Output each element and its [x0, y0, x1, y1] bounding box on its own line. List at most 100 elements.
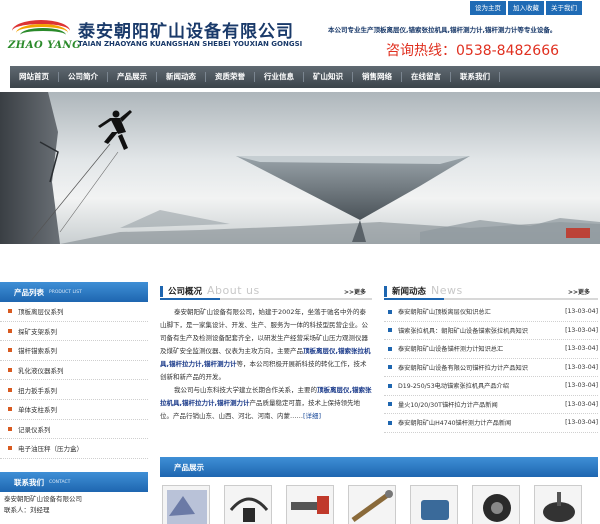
nav-company-intro[interactable]: 公司简介: [59, 72, 108, 82]
contact-title: 联系我们: [14, 477, 44, 487]
product-thumbnail[interactable]: [224, 485, 272, 524]
banner-seal: [566, 228, 590, 238]
section-marker: [160, 286, 163, 297]
list-item[interactable]: 锚杆锚索系列: [0, 341, 148, 361]
about-paragraph-1: 泰安朝阳矿山设备有限公司，始建于2002年，坐落于驰名中外的泰山脚下，是一家集设…: [160, 308, 371, 381]
product-thumbnail[interactable]: [410, 485, 458, 524]
product-image: [543, 492, 575, 522]
about-header: 公司概况 About us: [160, 284, 260, 297]
list-item-label: 锚杆锚索系列: [18, 347, 57, 356]
list-item[interactable]: 扭力扳手系列: [0, 380, 148, 400]
bullet-icon: [8, 309, 12, 314]
company-logo[interactable]: ZHAO YANG: [8, 14, 81, 51]
product-thumbnail[interactable]: [472, 485, 520, 524]
news-item-title[interactable]: 泰安朝阳矿山设备锚杆测力计知识总汇: [398, 344, 560, 353]
list-item[interactable]: 乳化液仪器系列: [0, 361, 148, 381]
bullet-icon: [388, 420, 392, 425]
list-item[interactable]: 电子油压秤（压力盒）: [0, 439, 148, 459]
main-nav: 网站首页 公司简介 产品展示 新闻动态 资质荣誉 行业信息 矿山知识 销售网络 …: [10, 66, 600, 88]
contact-company: 泰安朝阳矿山设备有限公司: [4, 495, 82, 503]
news-header: 新闻动态 News: [384, 284, 463, 297]
news-item[interactable]: D19-250/53电动锚索张拉机具产品介绍 [13-03-04]: [384, 377, 598, 396]
bullet-icon: [388, 309, 392, 314]
list-item[interactable]: 顶板离层仪系列: [0, 302, 148, 322]
news-item-date: [13-03-04]: [565, 326, 598, 334]
news-list: 泰安朝阳矿山顶板离层仪知识总汇 [13-03-04] 锚索张拉机具：朝阳矿山设备锚…: [384, 303, 598, 433]
contact-subtitle: CONTACT: [49, 479, 71, 485]
product-list-title: 产品列表: [14, 287, 44, 297]
hero-banner: [0, 92, 600, 244]
nav-home[interactable]: 网站首页: [10, 72, 59, 82]
bullet-icon: [388, 383, 392, 388]
company-name-cn: 泰安朝阳矿山设备有限公司: [78, 22, 294, 42]
news-item[interactable]: 泰安朝阳矿山顶板离层仪知识总汇 [13-03-04]: [384, 303, 598, 322]
bullet-icon: [8, 348, 12, 353]
product-thumbnail[interactable]: [348, 485, 396, 524]
news-item-date: [13-03-04]: [565, 419, 598, 427]
nav-contact[interactable]: 联系我们: [451, 72, 500, 82]
product-image: [291, 496, 329, 514]
contact-person: 联系人：刘经理: [4, 506, 50, 514]
list-item[interactable]: 记录仪系列: [0, 420, 148, 440]
list-item-label: 探矿支架系列: [18, 327, 57, 336]
news-item[interactable]: 泰安朝阳矿山设备锚杆测力计知识总汇 [13-03-04]: [384, 340, 598, 359]
about-divider: [160, 298, 372, 300]
nav-industry[interactable]: 行业信息: [255, 72, 304, 82]
nav-mining-knowledge[interactable]: 矿山知识: [304, 72, 353, 82]
list-item-label: 电子油压秤（压力盒）: [18, 445, 83, 454]
product-showcase: 产品展示: [160, 457, 598, 524]
product-image: [421, 500, 449, 520]
logo-text: ZHAO YANG: [8, 40, 82, 51]
bullet-icon: [388, 365, 392, 370]
news-item[interactable]: 量火10/20/30T锚杆拉力计产品新闻 [13-03-04]: [384, 396, 598, 414]
about-text: 泰安朝阳矿山设备有限公司，始建于2002年，坐落于驰名中外的泰山脚下，是一家集设…: [160, 306, 372, 423]
news-item[interactable]: 泰安朝阳矿山H4740锚杆测力计产品新闻 [13-03-04]: [384, 414, 598, 433]
nav-sales-network[interactable]: 销售网络: [353, 72, 402, 82]
set-homepage-link[interactable]: 设为主页: [470, 1, 506, 15]
product-image: [167, 490, 207, 524]
news-item[interactable]: 锚索张拉机具：朝阳矿山设备锚索张拉机具知识 [13-03-04]: [384, 322, 598, 340]
news-item-title[interactable]: 泰安朝阳矿山顶板离层仪知识总汇: [398, 307, 560, 316]
about-detail-link[interactable]: [详细]: [303, 412, 321, 420]
about-paragraph-2: 我公司与山东科技大学建立长期合作关系，主要的顶板离层仪,锚索张拉机具,锚杆拉力计…: [160, 386, 372, 420]
nav-honors[interactable]: 资质荣誉: [206, 72, 255, 82]
climber-figure: [98, 110, 132, 150]
hotline: 咨询热线：0538-8482666: [386, 43, 560, 59]
list-item[interactable]: 单体支柱系列: [0, 400, 148, 420]
nav-news[interactable]: 新闻动态: [157, 72, 206, 82]
list-item-label: 扭力扳手系列: [18, 386, 57, 395]
about-more-link[interactable]: >>更多: [344, 287, 366, 296]
news-divider: [384, 298, 598, 300]
products-title: 产品展示: [174, 462, 204, 472]
product-list-header: 产品列表 PRODUCT LIST: [0, 282, 148, 302]
products-header: 产品展示: [160, 457, 598, 477]
news-item[interactable]: 泰安朝阳矿山设备有限公司锚杆拉力计产品知识 [13-03-04]: [384, 359, 598, 377]
nav-products[interactable]: 产品展示: [108, 72, 157, 82]
top-links: 设为主页 加入收藏 关于我们: [470, 1, 582, 15]
news-item-title[interactable]: 量火10/20/30T锚杆拉力计产品新闻: [398, 400, 560, 409]
product-thumbnail[interactable]: [534, 485, 582, 524]
list-item-label: 顶板离层仪系列: [18, 308, 64, 317]
list-item-label: 乳化液仪器系列: [18, 367, 64, 376]
product-image: [483, 494, 511, 522]
nav-message[interactable]: 在线留言: [402, 72, 451, 82]
news-item-title[interactable]: D19-250/53电动锚索张拉机具产品介绍: [398, 381, 560, 390]
list-item[interactable]: 探矿支架系列: [0, 322, 148, 342]
product-thumbnail[interactable]: [286, 485, 334, 524]
about-us-link[interactable]: 关于我们: [546, 1, 582, 15]
about-title: 公司概况: [168, 287, 203, 297]
news-item-title[interactable]: 锚索张拉机具：朝阳矿山设备锚索张拉机具知识: [398, 326, 560, 335]
top-bar: 设为主页 加入收藏 关于我们: [0, 0, 600, 16]
news-title-en: News: [431, 284, 463, 297]
bullet-icon: [388, 402, 392, 407]
bullet-icon: [8, 426, 12, 431]
company-name-en: TAIAN ZHAOYANG KUANGSHAN SHEBEI YOUXIAN …: [78, 40, 303, 48]
news-more-link[interactable]: >>更多: [568, 287, 590, 296]
news-item-title[interactable]: 泰安朝阳矿山设备有限公司锚杆拉力计产品知识: [398, 363, 560, 372]
add-favorite-link[interactable]: 加入收藏: [508, 1, 544, 15]
product-thumbnail[interactable]: [162, 485, 210, 524]
bullet-icon: [388, 328, 392, 333]
news-item-date: [13-03-04]: [565, 382, 598, 390]
pyramid-sculpture: [236, 156, 470, 220]
news-item-title[interactable]: 泰安朝阳矿山H4740锚杆测力计产品新闻: [398, 418, 560, 427]
